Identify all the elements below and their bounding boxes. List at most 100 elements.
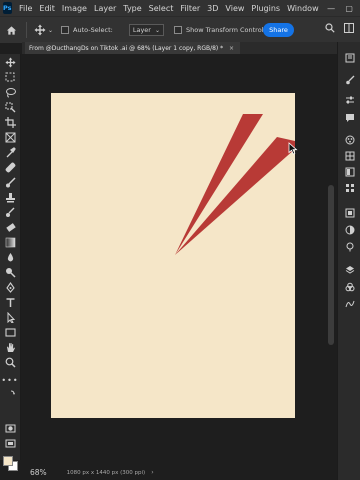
vertical-scroll-thumb[interactable] <box>328 185 334 345</box>
chevron-down-icon[interactable]: ⌄ <box>48 27 53 34</box>
rectangle-icon <box>4 327 16 337</box>
minimize-button[interactable]: — <box>322 4 340 13</box>
eyedropper-tool[interactable] <box>3 146 17 158</box>
menu-plugins[interactable]: Plugins <box>248 4 284 13</box>
search-icon[interactable] <box>325 23 335 33</box>
auto-select-dropdown[interactable]: Layer ⌄ <box>128 24 164 36</box>
maximize-button[interactable]: ▢ <box>340 4 358 13</box>
zoom-level[interactable]: 68% <box>30 468 47 477</box>
workspace-icon[interactable] <box>344 23 354 33</box>
type-icon <box>6 297 14 307</box>
crop-icon <box>4 116 16 128</box>
rectangle-tool[interactable] <box>3 326 17 338</box>
learn-icon <box>346 242 353 252</box>
menu-type[interactable]: Type <box>120 4 145 13</box>
patterns-icon <box>345 184 354 192</box>
lasso-tool[interactable] <box>3 86 17 98</box>
panel-dock <box>337 42 360 480</box>
swap-colors[interactable] <box>3 388 17 400</box>
menu-window[interactable]: Window <box>284 4 323 13</box>
quick-mask-icon <box>5 424 15 432</box>
menu-view[interactable]: View <box>222 4 248 13</box>
eyedropper-icon <box>6 146 16 157</box>
document-tab-title: From @DucthangDs on Tiktok .ai @ 68% (La… <box>29 44 224 52</box>
learn-panel-button[interactable] <box>343 241 356 253</box>
color-panel-button[interactable] <box>343 134 356 146</box>
layers-panel-button[interactable] <box>343 264 356 276</box>
brush-icon <box>5 176 16 187</box>
chevron-down-icon: ⌄ <box>154 26 160 34</box>
document-tab-bar: From @DucthangDs on Tiktok .ai @ 68% (La… <box>22 42 337 54</box>
gradients-panel-button[interactable] <box>343 166 356 178</box>
pen-tool[interactable] <box>3 281 17 293</box>
comments-panel-button[interactable] <box>343 112 356 124</box>
screen-mode-icon <box>5 439 15 447</box>
show-transform-checkbox[interactable] <box>174 26 182 34</box>
foreground-color-swatch[interactable] <box>3 456 13 466</box>
dodge-tool[interactable] <box>3 266 17 278</box>
libraries-icon <box>345 53 354 63</box>
marquee-tool[interactable] <box>3 71 17 83</box>
menu-file[interactable]: File <box>16 4 36 13</box>
hand-icon <box>6 342 15 352</box>
menu-layer[interactable]: Layer <box>90 4 119 13</box>
close-tab-icon[interactable]: × <box>229 45 234 52</box>
options-bar: ⌄ Auto-Select: Layer ⌄ Show Transform Co… <box>0 16 360 43</box>
clone-stamp-tool[interactable] <box>3 191 17 203</box>
blur-tool[interactable] <box>3 251 17 263</box>
eraser-icon <box>5 222 16 232</box>
chevron-right-icon[interactable]: › <box>151 469 153 476</box>
separator <box>26 22 27 38</box>
bandage-icon <box>5 162 15 172</box>
arrow-cursor-icon <box>288 142 298 155</box>
type-tool[interactable] <box>3 296 17 308</box>
move-tool-preset-icon[interactable] <box>34 24 46 36</box>
path-select-tool[interactable] <box>3 311 17 323</box>
brush-settings-panel-button[interactable] <box>343 74 356 86</box>
paths-panel-button[interactable] <box>343 298 356 310</box>
menu-3d[interactable]: 3D <box>204 4 222 13</box>
sliders-icon <box>345 96 354 104</box>
share-button[interactable]: Share <box>263 23 294 37</box>
auto-select-checkbox[interactable] <box>61 26 70 34</box>
gradient-tool[interactable] <box>3 236 17 248</box>
frame-tool[interactable] <box>3 131 17 143</box>
screen-mode[interactable] <box>3 437 17 449</box>
paths-icon <box>345 300 354 308</box>
more-tools[interactable]: ••• <box>1 374 17 386</box>
brush-settings-icon <box>345 75 354 85</box>
adjustments-button[interactable] <box>343 94 356 106</box>
lasso-icon <box>5 87 16 97</box>
quick-mask[interactable] <box>3 422 17 434</box>
menu-edit[interactable]: Edit <box>36 4 59 13</box>
document-canvas[interactable] <box>51 93 295 418</box>
crop-tool[interactable] <box>3 116 17 128</box>
marquee-icon <box>5 72 15 82</box>
brush-tool[interactable] <box>3 176 17 188</box>
frame-icon <box>5 132 15 142</box>
move-tool[interactable] <box>3 56 17 68</box>
channels-icon <box>345 282 354 292</box>
home-button[interactable] <box>0 25 22 36</box>
document-info: 1080 px x 1440 px (300 ppi) <box>66 469 146 476</box>
history-brush-tool[interactable] <box>3 206 17 218</box>
healing-brush-tool[interactable] <box>3 161 17 173</box>
eraser-tool[interactable] <box>3 221 17 233</box>
zoom-tool[interactable] <box>3 356 17 368</box>
object-select-tool[interactable] <box>3 101 17 113</box>
document-tab[interactable]: From @DucthangDs on Tiktok .ai @ 68% (La… <box>25 42 240 54</box>
properties-panel-button[interactable] <box>343 207 356 219</box>
menu-select[interactable]: Select <box>145 4 177 13</box>
libraries-panel-button[interactable] <box>343 52 356 64</box>
zoom-icon <box>5 357 16 368</box>
patterns-panel-button[interactable] <box>343 182 356 194</box>
adjustments-circle-icon <box>345 225 354 235</box>
adjustments-panel-button[interactable] <box>343 224 356 236</box>
channels-panel-button[interactable] <box>343 281 356 293</box>
menu-filter[interactable]: Filter <box>177 4 204 13</box>
menu-image[interactable]: Image <box>58 4 90 13</box>
hand-tool[interactable] <box>3 341 17 353</box>
swatches-panel-button[interactable] <box>343 150 356 162</box>
comment-icon <box>345 114 354 122</box>
photoshop-logo[interactable]: Ps <box>3 2 12 14</box>
